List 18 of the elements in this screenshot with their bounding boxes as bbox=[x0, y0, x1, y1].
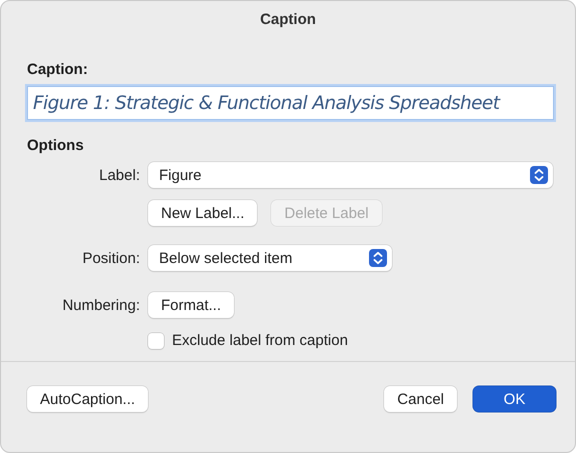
field-label: Label: bbox=[99, 166, 140, 184]
dialog-button[interactable]: AutoCaption... bbox=[27, 386, 148, 412]
stepper-icon bbox=[368, 248, 388, 268]
checkbox-label: Exclude label from caption bbox=[172, 332, 348, 349]
label-button[interactable]: New Label... bbox=[148, 200, 258, 226]
field-label: Position: bbox=[82, 250, 140, 266]
caption-heading: Caption: bbox=[27, 61, 89, 78]
stepper-icon bbox=[529, 165, 549, 185]
dialog-button[interactable]: OK bbox=[473, 386, 556, 412]
window-title: Caption bbox=[259, 10, 317, 30]
field-label: Numbering: bbox=[62, 296, 140, 314]
dialog-button[interactable]: Cancel bbox=[384, 386, 457, 412]
checkbox[interactable] bbox=[148, 332, 164, 348]
label-popup[interactable]: Figure bbox=[148, 162, 553, 188]
position-popup[interactable]: Below selected item bbox=[148, 245, 392, 271]
caption-field[interactable]: Figure 1: Strategic & Functional Analysis Spreadsheet bbox=[27, 86, 554, 120]
format-button[interactable]: Format... bbox=[148, 292, 234, 318]
options-heading: Options bbox=[27, 137, 85, 154]
